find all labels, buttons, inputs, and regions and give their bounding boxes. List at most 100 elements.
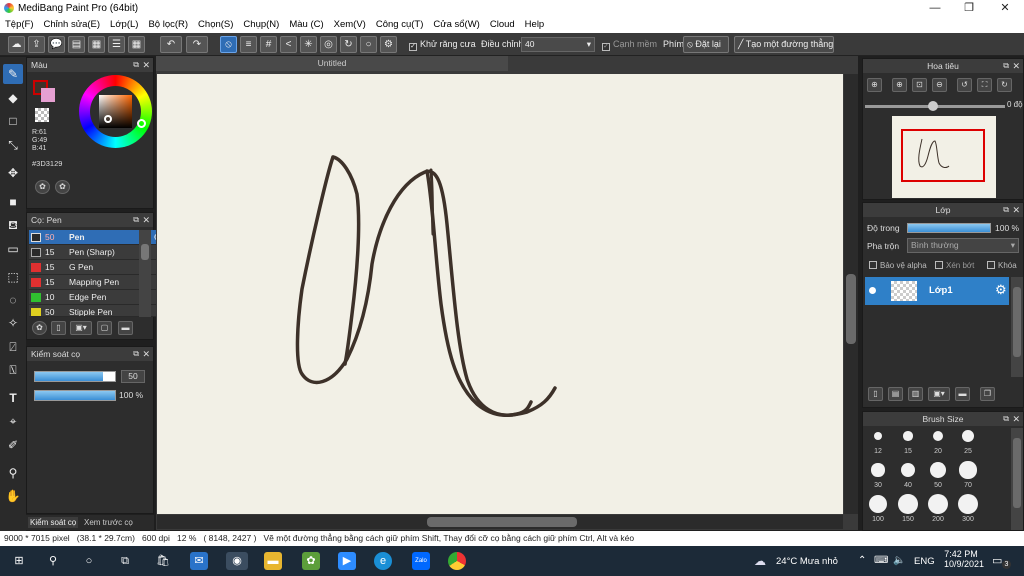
detach-icon[interactable]: ⧉ [1003, 59, 1009, 73]
select-pen-icon[interactable]: ⍁ [3, 337, 23, 357]
magic-wand-icon[interactable]: ✧ [3, 313, 23, 333]
transparent-swatch[interactable] [35, 108, 49, 122]
clock[interactable]: 7:42 PM 10/9/2021 [944, 549, 984, 569]
search-icon[interactable]: ⚲ [44, 552, 62, 570]
size-slider[interactable] [34, 371, 116, 382]
layer-row[interactable]: Lớp1 ⚙ [865, 277, 1009, 305]
app-icon[interactable]: ✿ [302, 552, 320, 570]
brush-size-option[interactable]: 20 [924, 426, 952, 455]
fit-icon[interactable]: ⊡ [912, 78, 927, 92]
rotate-left-icon[interactable]: ↺ [957, 78, 972, 92]
merge-layer-icon[interactable]: ❐ [980, 387, 995, 401]
detach-icon[interactable]: ⧉ [133, 347, 139, 361]
new-layer-icon[interactable]: ▯ [868, 387, 883, 401]
show-hidden-icons[interactable]: ⌃ [858, 555, 866, 566]
fill-rect-tool-icon[interactable]: ■ [3, 192, 23, 212]
detach-icon[interactable]: ⧉ [1003, 412, 1009, 426]
rotate-right-icon[interactable]: ↻ [997, 78, 1012, 92]
folder-icon[interactable]: ▬ [118, 321, 133, 335]
hue-handle[interactable] [137, 119, 146, 128]
brush-size-option[interactable]: 70 [954, 460, 982, 489]
canvas-tab[interactable]: Untitled [156, 56, 508, 71]
brush-size-option[interactable]: 30 [864, 460, 892, 489]
select-tool-icon[interactable]: ⬚ [3, 267, 23, 287]
cortana-icon[interactable]: ○ [80, 552, 98, 570]
minimize-icon[interactable]: — [918, 0, 952, 17]
antialias-toggle[interactable]: ✓ Khử răng cưa [409, 39, 476, 51]
scrollbar-thumb[interactable] [1013, 438, 1021, 508]
close-icon[interactable]: ✕ [142, 213, 150, 227]
task-view-icon[interactable]: ⧉ [116, 552, 134, 570]
duplicate-layer-icon[interactable]: ▣▾ [928, 387, 950, 401]
vertical-scrollbar[interactable] [844, 74, 858, 514]
brush-size-option[interactable]: 150 [894, 494, 922, 523]
share-icon[interactable]: ⇪ [28, 36, 45, 53]
fit-window-icon[interactable]: ⛶ [977, 78, 992, 92]
vanish-snap-icon[interactable]: < [280, 36, 297, 53]
menu-capture[interactable]: Chụp(N) [238, 17, 284, 30]
close-icon[interactable]: ✕ [988, 0, 1022, 17]
weather-text[interactable]: 24°C Mưa nhỏ [776, 556, 838, 567]
menu-tools[interactable]: Công cụ(T) [371, 17, 429, 30]
drawing-canvas[interactable] [157, 74, 843, 514]
menu-filter[interactable]: Bộ lọc(R) [143, 17, 193, 30]
zoom-icon[interactable]: ▶ [338, 552, 356, 570]
language-indicator[interactable]: ENG [914, 556, 935, 567]
network-icon[interactable]: ⌨ [874, 555, 888, 566]
new-color-layer-icon[interactable]: ▥ [908, 387, 923, 401]
brush-size-option[interactable]: 50 [924, 460, 952, 489]
notification-icon[interactable]: ▭ [992, 554, 1002, 567]
settings-icon[interactable]: ⚙ [380, 36, 397, 53]
brush-size-option[interactable]: 15 [894, 426, 922, 455]
dot-tool-icon[interactable]: □ [3, 111, 23, 131]
eye-icon[interactable] [869, 287, 876, 294]
detach-icon[interactable]: ⧉ [133, 58, 139, 72]
menu-color[interactable]: Màu (C) [284, 17, 328, 30]
detach-icon[interactable]: ⧉ [133, 213, 139, 227]
hand-tool-icon[interactable]: ✋ [3, 486, 23, 506]
close-icon[interactable]: ✕ [142, 347, 150, 361]
menu-window[interactable]: Cửa sổ(W) [428, 17, 484, 30]
size-value[interactable]: 50 [121, 370, 145, 383]
menu-help[interactable]: Help [520, 17, 550, 30]
medibang-taskbar-icon[interactable]: ◉ [226, 552, 248, 570]
menu-select[interactable]: Chọn(S) [193, 17, 238, 30]
brush-scrollbar[interactable] [139, 230, 151, 317]
bucket-tool-icon[interactable]: ⛾ [3, 215, 23, 235]
folder-icon[interactable]: ▬ [955, 387, 970, 401]
brush-size-option[interactable]: 200 [924, 494, 952, 523]
divide-tool-icon[interactable]: ✐ [3, 435, 23, 455]
eyedropper-icon[interactable]: ⚲ [3, 463, 23, 483]
operation-tool-icon[interactable]: ⌖ [3, 411, 23, 431]
parallel-snap-icon[interactable]: ≡ [240, 36, 257, 53]
horizontal-scrollbar[interactable] [157, 515, 843, 529]
grid-icon[interactable]: ▦ [128, 36, 145, 53]
zoom-in-icon[interactable]: ⊕ [867, 78, 882, 92]
menu-edit[interactable]: Chỉnh sửa(E) [39, 17, 106, 30]
layer-opacity-slider[interactable] [907, 223, 991, 233]
close-icon[interactable]: ✕ [1012, 59, 1020, 73]
zoom-in-icon[interactable]: ⊕ [892, 78, 907, 92]
protect-alpha-checkbox[interactable]: Bảo vệ alpha [869, 261, 927, 270]
page-icon[interactable]: ▦ [88, 36, 105, 53]
copy-brush-icon[interactable]: ▣▾ [70, 321, 92, 335]
snap-off-icon[interactable]: ⦸ [220, 36, 237, 53]
cross-snap-icon[interactable]: # [260, 36, 277, 53]
speaker-icon[interactable]: 🔈 [893, 555, 905, 566]
new-brush-icon[interactable]: ▯ [51, 321, 66, 335]
brush-size-option[interactable]: 300 [954, 494, 982, 523]
brush-size-scrollbar[interactable] [1011, 428, 1023, 530]
ellipse-snap-icon[interactable]: ○ [360, 36, 377, 53]
menu-view[interactable]: Xem(V) [329, 17, 371, 30]
maximize-icon[interactable]: ❐ [952, 0, 986, 17]
mail-icon[interactable]: ✉ [190, 552, 208, 570]
lock-checkbox[interactable]: Khóa [987, 261, 1017, 270]
list-icon[interactable]: ☰ [108, 36, 125, 53]
soft-edge-toggle[interactable]: ✓ Cạnh mềm [602, 39, 657, 51]
menu-cloud[interactable]: Cloud [485, 17, 520, 30]
menu-layer[interactable]: Lớp(L) [105, 17, 143, 30]
edge-browser-icon[interactable]: e [374, 552, 392, 570]
color-picker-handle[interactable] [104, 115, 112, 123]
chat-icon[interactable]: 💬 [48, 36, 65, 53]
comment-icon[interactable]: ▤ [68, 36, 85, 53]
